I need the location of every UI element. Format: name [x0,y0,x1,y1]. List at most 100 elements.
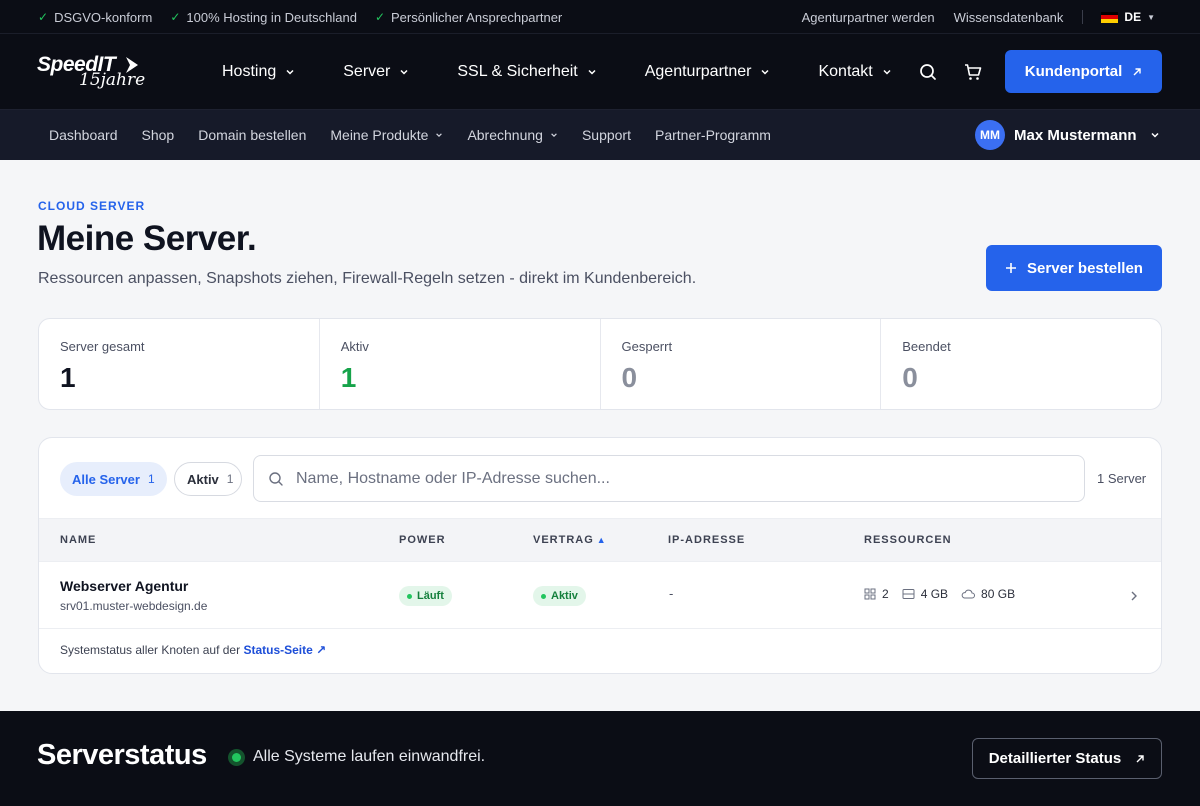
stat-label: Aktiv [340,339,369,354]
language-selector[interactable]: DE ▼ [1101,10,1155,24]
nav-hosting[interactable]: Hosting [222,63,295,81]
filter-active[interactable]: Aktiv 1 [174,462,242,496]
logo-anniversary: 15jahre [79,70,146,90]
status-text: Alle Systeme laufen einwandfrei. [253,748,486,765]
subnav-label: Support [581,127,631,143]
column-ip[interactable]: IP-ADRESSE [668,534,745,546]
subnav-my-products[interactable]: Meine Produkte [330,127,443,143]
chevron-down-icon [400,69,408,75]
subnav-order-domain[interactable]: Domain bestellen [198,127,306,143]
column-contract[interactable]: VERTRAG ▲ [533,534,607,546]
check-icon: ✓ [374,10,385,24]
subnav-partner-program[interactable]: Partner-Programm [655,127,771,143]
cart-icon[interactable] [963,62,983,82]
result-count: 1 Server [1097,471,1147,486]
external-arrow-icon [1136,754,1144,762]
ip-address: - [669,586,674,601]
nav-label: SSL & Sicherheit [457,63,578,80]
server-stats: Server gesamt 1 Aktiv 1 Gesperrt 0 Beend… [38,318,1162,410]
subnav-label: Partner-Programm [655,127,771,143]
knowledge-base-link[interactable]: Wissensdatenbank [954,10,1064,25]
avatar: MM [975,120,1005,150]
trust-badge: ✓ 100% Hosting in Deutschland [170,10,357,25]
user-name: Max Mustermann [1014,126,1137,144]
stat-terminated: Beendet 0 [881,319,1161,409]
detailed-status-label: Detaillierter Status [988,750,1122,767]
stat-total: Server gesamt 1 [39,319,320,409]
chevron-down-icon [588,69,596,75]
badge-label: Aktiv [551,590,578,602]
server-resources: 2 4 GB 80 GB [864,587,1028,601]
column-name[interactable]: NAME [60,534,96,546]
status-indicator-icon [228,749,245,766]
chevron-down-icon [436,133,443,138]
divider [1082,10,1084,24]
chevron-right-icon[interactable] [1129,590,1139,602]
search-icon[interactable] [918,62,938,82]
filter-count: 1 [147,472,155,486]
power-status-badge: Läuft [399,586,452,606]
order-server-label: Server bestellen [1027,259,1143,277]
disk-value: 80 GB [981,587,1016,601]
server-status-section: Serverstatus Alle Systeme laufen einwand… [0,711,1200,806]
stat-suspended: Gesperrt 0 [601,319,882,409]
nav-server[interactable]: Server [343,63,409,81]
subnav-label: Domain bestellen [198,127,307,143]
search-input[interactable] [296,469,1056,488]
chevron-down-icon [761,69,769,75]
top-bar: ✓ DSGVO-konform ✓ 100% Hosting in Deutschl… [0,0,1200,34]
german-flag-icon [1101,11,1119,23]
sort-ascending-icon: ▲ [596,535,607,545]
filter-label: Alle Server [72,471,140,487]
subnav-shop[interactable]: Shop [142,127,175,143]
customer-portal-button[interactable]: Kundenportal [1005,50,1162,93]
table-row[interactable]: Webserver Agentur srv01.muster-webdesign… [39,562,1161,629]
page-subtitle: Ressourcen anpassen, Snapshots ziehen, F… [38,270,697,287]
check-icon: ✓ [38,10,49,24]
chevron-down-icon [551,133,557,138]
check-icon: ✓ [170,10,181,24]
stat-label: Beendet [902,339,951,354]
memory-icon [902,589,915,599]
column-label: VERTRAG [533,534,594,546]
status-page-link[interactable]: Status-Seite ↗ [243,643,326,657]
caret-down-icon: ▼ [1147,12,1155,22]
column-power[interactable]: POWER [399,534,446,546]
subnav-label: Dashboard [49,127,118,143]
nav-label: Agenturpartner [644,63,752,80]
nav-label: Kontakt [818,63,873,80]
status-note-text: Systemstatus aller Knoten auf der [60,643,241,657]
trust-badge-label: 100% Hosting in Deutschland [186,9,357,25]
ram-resource: 4 GB [902,587,948,601]
filter-label: Aktiv [187,471,219,487]
subnav-billing[interactable]: Abrechnung [467,127,558,143]
main-nav: Hosting Server SSL & Sicherheit Agenturp… [222,34,940,110]
external-arrow-icon [1133,67,1141,75]
stat-value: 0 [902,362,918,393]
agency-partner-link[interactable]: Agenturpartner werden [802,10,935,25]
column-resources[interactable]: RESSOURCEN [864,534,952,546]
customer-subnav: Dashboard Shop Domain bestellen Meine Pr… [0,110,1200,160]
stat-value: 1 [340,362,357,393]
nav-contact[interactable]: Kontakt [818,63,891,81]
server-hostname: srv01.muster-webdesign.de [60,599,208,613]
subnav-dashboard[interactable]: Dashboard [49,127,118,143]
trust-badge: ✓ DSGVO-konform [38,10,152,25]
detailed-status-button[interactable]: Detaillierter Status [972,738,1162,779]
nav-ssl-security[interactable]: SSL & Sicherheit [457,63,596,81]
subnav-label: Abrechnung [467,127,543,143]
order-server-button[interactable]: Server bestellen [986,245,1162,291]
page-title: Meine Server. [37,219,257,258]
server-list-card: Alle Server 1 Aktiv 1 1 Server NAME POWE… [38,437,1162,674]
plus-icon [1006,263,1017,273]
subnav-label: Meine Produkte [330,127,429,143]
user-menu[interactable]: MM Max Mustermann [975,120,1160,150]
subnav-support[interactable]: Support [582,127,631,143]
trust-badge-label: DSGVO-konform [54,9,153,25]
logo[interactable]: SpeedIT 15jahre [37,53,147,93]
server-search [253,455,1085,502]
filter-all-servers[interactable]: Alle Server 1 [60,462,167,496]
nav-agency-partner[interactable]: Agenturpartner [645,63,771,81]
stat-label: Server gesamt [60,339,145,354]
customer-portal-label: Kundenportal [1024,63,1123,80]
